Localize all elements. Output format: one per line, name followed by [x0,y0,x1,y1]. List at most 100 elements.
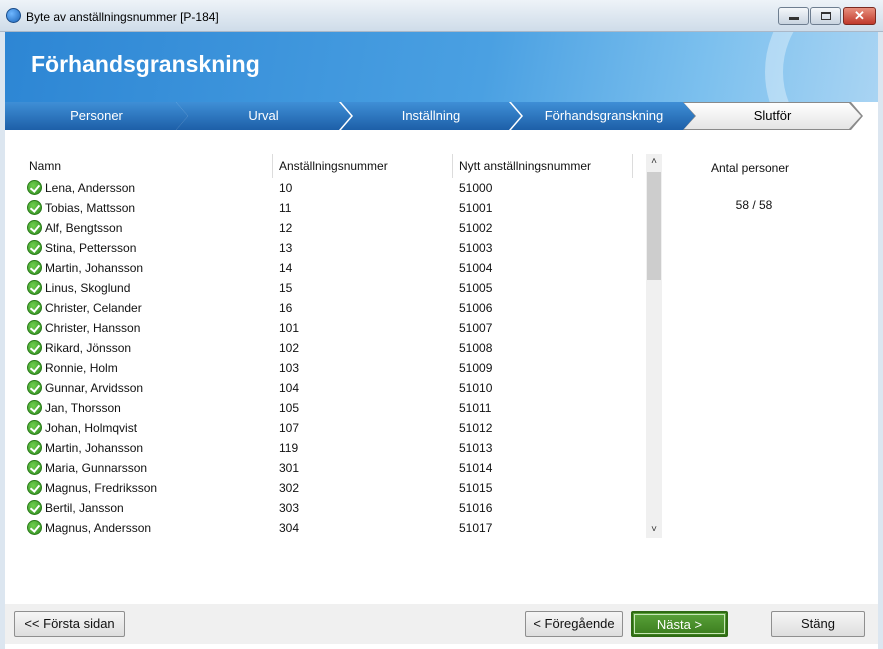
step-forhandsgranskning[interactable]: Förhandsgranskning [511,102,697,130]
row-name: Rikard, Jönsson [45,341,132,355]
column-separator[interactable] [452,154,453,178]
row-name: Ronnie, Holm [45,361,118,375]
table-row[interactable]: Rikard, Jönsson 102 51008 [26,338,646,358]
table-row[interactable]: Johan, Holmqvist 107 51012 [26,418,646,438]
row-name: Martin, Johansson [45,261,144,275]
table-row[interactable]: Magnus, Andersson 304 51017 [26,518,646,538]
check-circle-icon [27,300,42,315]
step-urval[interactable]: Urval [176,102,351,130]
page-title: Förhandsgranskning [31,51,260,77]
row-new-number: 51013 [459,441,493,455]
table-row[interactable]: Stina, Pettersson 13 51003 [26,238,646,258]
maximize-button[interactable] [810,7,841,25]
footer-bar [5,604,878,644]
table-row[interactable]: Martin, Johansson 119 51013 [26,438,646,458]
table-row[interactable]: Martin, Johansson 14 51004 [26,258,646,278]
row-new-number: 51012 [459,421,493,435]
table-row[interactable]: Lena, Andersson 10 51000 [26,178,646,198]
row-name: Magnus, Andersson [45,521,152,535]
next-button[interactable]: Nästa > [631,611,728,637]
check-circle-icon [27,220,42,235]
row-name: Jan, Thorsson [45,401,121,415]
table-row[interactable]: Maria, Gunnarsson 301 51014 [26,458,646,478]
check-circle-icon [27,240,42,255]
table-row[interactable]: Gunnar, Arvidsson 104 51010 [26,378,646,398]
row-new-number: 51009 [459,361,493,375]
row-number: 16 [279,301,293,315]
row-new-number: 51008 [459,341,493,355]
row-number: 302 [279,481,300,495]
check-circle-icon [27,460,42,475]
row-number: 104 [279,381,300,395]
column-separator[interactable] [632,154,633,178]
row-number: 10 [279,181,293,195]
row-number: 301 [279,461,300,475]
row-new-number: 51000 [459,181,493,195]
check-circle-icon [27,200,42,215]
table-row[interactable]: Bertil, Jansson 303 51016 [26,498,646,518]
row-name: Christer, Celander [45,301,142,315]
row-number: 119 [279,441,299,455]
minimize-button[interactable] [778,7,809,25]
row-name: Magnus, Fredriksson [45,481,158,495]
check-circle-icon [27,380,42,395]
step-slutfor[interactable]: Slutför [684,103,861,129]
row-new-number: 51016 [459,501,493,515]
check-circle-icon [27,500,42,515]
check-circle-icon [27,180,42,195]
scroll-down-icon[interactable]: ˅ [646,522,662,538]
table-row[interactable]: Christer, Celander 16 51006 [26,298,646,318]
column-separator[interactable] [272,154,273,178]
table-row[interactable]: Ronnie, Holm 103 51009 [26,358,646,378]
row-number: 12 [279,221,293,235]
table-row[interactable]: Magnus, Fredriksson 302 51015 [26,478,646,498]
row-number: 14 [279,261,293,275]
check-circle-icon [27,340,42,355]
row-name: Johan, Holmqvist [45,421,138,435]
column-header-new-number[interactable]: Nytt anställningsnummer [459,159,591,173]
row-number: 303 [279,501,300,515]
row-number: 101 [279,321,300,335]
table-row[interactable]: Jan, Thorsson 105 51011 [26,398,646,418]
step-installning[interactable]: Inställning [341,102,521,130]
row-new-number: 51010 [459,381,493,395]
check-circle-icon [27,420,42,435]
scroll-thumb[interactable] [647,172,661,280]
scroll-up-icon[interactable]: ˄ [646,154,662,170]
row-name: Stina, Pettersson [45,241,137,255]
window-title: Byte av anställningsnummer [P-184] [26,10,219,24]
table-row[interactable]: Linus, Skoglund 15 51005 [26,278,646,298]
person-list[interactable]: Lena, Andersson 10 51000 Tobias, Mattsson 11… [26,178,646,538]
row-new-number: 51014 [459,461,493,475]
header-banner: Förhandsgranskning [5,32,878,102]
row-name: Lena, Andersson [45,181,136,195]
minimize-icon [789,17,799,20]
row-new-number: 51003 [459,241,493,255]
row-number: 304 [279,521,300,535]
close-button[interactable]: Stäng [771,611,865,637]
maximize-icon [821,12,831,20]
close-window-button[interactable]: ✕ [843,7,876,25]
step-personer[interactable]: Personer [5,102,188,130]
row-name: Alf, Bengtsson [45,221,123,235]
column-header-name[interactable]: Namn [29,159,61,173]
first-page-button[interactable]: << Första sidan [14,611,125,637]
row-new-number: 51015 [459,481,493,495]
row-number: 13 [279,241,293,255]
column-header-number[interactable]: Anställningsnummer [279,159,388,173]
previous-button[interactable]: < Föregående [525,611,623,637]
row-name: Bertil, Jansson [45,501,124,515]
check-circle-icon [27,520,42,535]
table-row[interactable]: Tobias, Mattsson 11 51001 [26,198,646,218]
table-row[interactable]: Christer, Hansson 101 51007 [26,318,646,338]
table-row[interactable]: Alf, Bengtsson 12 51002 [26,218,646,238]
row-number: 11 [279,201,292,215]
list-scrollbar[interactable]: ˄ ˅ [646,154,662,538]
check-circle-icon [27,360,42,375]
row-name: Christer, Hansson [45,321,141,335]
count-label: Antal personer [710,161,790,175]
row-name: Linus, Skoglund [45,281,131,295]
app-icon [6,8,21,23]
check-circle-icon [27,260,42,275]
row-name: Tobias, Mattsson [45,201,136,215]
